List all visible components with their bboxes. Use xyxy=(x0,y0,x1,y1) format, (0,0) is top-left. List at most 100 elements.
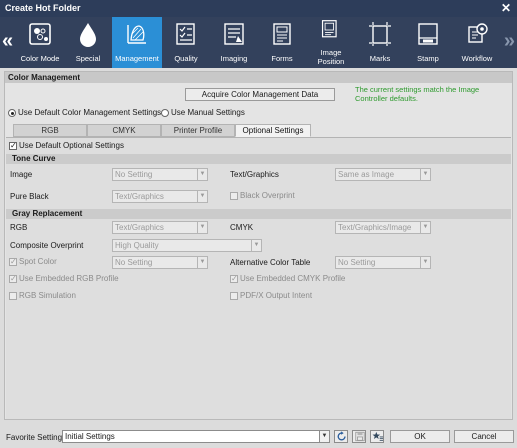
select-value: Same as Image xyxy=(338,170,395,179)
select-value: No Setting xyxy=(115,170,153,179)
quality-checklist-icon xyxy=(176,23,195,45)
chevron-down-icon: ▼ xyxy=(420,257,430,268)
select-value: High Quality xyxy=(115,241,159,250)
forms-icon xyxy=(273,23,291,45)
window-title: Create Hot Folder xyxy=(5,3,81,13)
tab-label: Color Mode xyxy=(20,54,60,63)
image-position-icon xyxy=(321,20,337,38)
image-label: Image xyxy=(10,170,33,179)
tab-label-line-1: Image xyxy=(320,48,342,57)
select-value: Text/Graphics xyxy=(115,223,164,232)
save-button[interactable] xyxy=(352,430,366,443)
tab-workflow[interactable]: Workflow xyxy=(452,17,502,68)
marks-icon xyxy=(369,22,391,46)
gray-replacement-cmyk-select[interactable]: Text/Graphics/Image ▼ xyxy=(335,221,431,234)
color-management-panel: Color Management Acquire Color Managemen… xyxy=(4,71,513,420)
spot-color-checkbox[interactable]: ✓ xyxy=(9,258,17,266)
checkbox-label: PDF/X Output Intent xyxy=(240,291,313,300)
chevron-down-icon: ▼ xyxy=(197,222,207,233)
select-value: No Setting xyxy=(115,258,153,267)
chevron-down-icon: ▼ xyxy=(197,257,207,268)
droplet-icon xyxy=(80,23,96,47)
close-icon[interactable]: ✕ xyxy=(501,1,511,15)
black-overprint-checkbox[interactable] xyxy=(230,192,238,200)
favorite-setting-select[interactable]: Initial Settings ▼ xyxy=(62,430,330,443)
tab-management[interactable]: Management xyxy=(112,17,162,68)
scroll-right-icon[interactable]: » xyxy=(504,31,515,51)
ok-button[interactable]: OK xyxy=(390,430,450,443)
title-bar: Create Hot Folder ✕ xyxy=(0,0,517,17)
tab-label: Imaging xyxy=(220,54,248,63)
checkbox-label: Black Overprint xyxy=(240,191,295,200)
rgb-label: RGB xyxy=(10,223,28,232)
category-toolbar: « Color Mode Special Management Quality … xyxy=(0,17,517,68)
pure-black-select[interactable]: Text/Graphics ▼ xyxy=(112,190,208,203)
tab-label: Stamp xyxy=(417,54,439,63)
gray-replacement-rgb-select[interactable]: Text/Graphics ▼ xyxy=(112,221,208,234)
use-default-color-management-radio[interactable] xyxy=(8,109,16,117)
select-value: Initial Settings xyxy=(65,432,115,441)
tab-stamp[interactable]: Stamp xyxy=(404,17,452,68)
acquire-color-management-data-button[interactable]: Acquire Color Management Data xyxy=(185,88,335,101)
rgb-simulation-checkbox[interactable] xyxy=(9,292,17,300)
color-mode-icon xyxy=(29,23,51,45)
radio-label: Use Default Color Management Settings xyxy=(18,108,162,117)
footer-bar: Favorite Setting Initial Settings ▼ OK Ca… xyxy=(0,424,517,448)
chevron-down-icon: ▼ xyxy=(197,191,207,202)
use-embedded-cmyk-profile-checkbox[interactable]: ✓ xyxy=(230,275,238,283)
chevron-down-icon: ▼ xyxy=(251,240,261,251)
chevron-down-icon: ▼ xyxy=(197,169,207,180)
favorite-edit-button[interactable] xyxy=(370,430,384,443)
defaults-info-text: The current settings match the Image Con… xyxy=(355,85,480,103)
tab-printer-profile[interactable]: Printer Profile xyxy=(161,124,235,137)
pdfx-output-intent-checkbox[interactable] xyxy=(230,292,238,300)
select-value: No Setting xyxy=(338,258,376,267)
gray-replacement-header: Gray Replacement xyxy=(6,209,511,219)
imaging-icon xyxy=(224,23,244,45)
cancel-button[interactable]: Cancel xyxy=(454,430,514,443)
composite-overprint-label: Composite Overprint xyxy=(10,241,84,250)
text-graphics-tone-curve-select[interactable]: Same as Image ▼ xyxy=(335,168,431,181)
chevron-down-icon: ▼ xyxy=(420,169,430,180)
tab-label: Quality xyxy=(174,54,198,63)
tab-imaging[interactable]: Imaging xyxy=(210,17,258,68)
tab-forms[interactable]: Forms xyxy=(258,17,306,68)
select-value: Text/Graphics/Image xyxy=(338,223,412,232)
text-graphics-label: Text/Graphics xyxy=(230,170,279,179)
checkbox-label: RGB Simulation xyxy=(19,291,76,300)
alternative-color-table-select[interactable]: No Setting ▼ xyxy=(335,256,431,269)
image-tone-curve-select[interactable]: No Setting ▼ xyxy=(112,168,208,181)
tone-curve-header: Tone Curve xyxy=(6,154,511,164)
tab-marks[interactable]: Marks xyxy=(356,17,404,68)
tab-cmyk[interactable]: CMYK xyxy=(87,124,161,137)
checkbox-label: Use Embedded CMYK Profile xyxy=(240,274,346,283)
tab-optional-settings[interactable]: Optional Settings xyxy=(235,124,311,137)
refresh-icon xyxy=(337,431,346,441)
tab-special[interactable]: Special xyxy=(64,17,112,68)
favorite-setting-label: Favorite Setting xyxy=(6,433,63,442)
refresh-button[interactable] xyxy=(334,430,348,443)
checkbox-label: Use Default Optional Settings xyxy=(19,141,124,150)
scroll-left-icon[interactable]: « xyxy=(2,31,13,51)
composite-overprint-select[interactable]: High Quality ▼ xyxy=(112,239,262,252)
tab-label: Workflow xyxy=(461,54,493,63)
tab-label: Management xyxy=(115,54,159,63)
tab-image-position[interactable]: Image Position xyxy=(306,17,356,68)
use-manual-settings-radio[interactable] xyxy=(161,109,169,117)
checkbox-label: Spot Color xyxy=(19,257,57,266)
section-header: Color Management xyxy=(5,72,512,83)
tab-rgb[interactable]: RGB xyxy=(13,124,87,137)
use-default-optional-settings-checkbox[interactable]: ✓ xyxy=(9,142,17,150)
use-embedded-rgb-profile-checkbox[interactable]: ✓ xyxy=(9,275,17,283)
tab-color-mode[interactable]: Color Mode xyxy=(16,17,64,68)
color-management-icon xyxy=(127,25,146,44)
spot-color-select[interactable]: No Setting ▼ xyxy=(112,256,208,269)
tab-quality[interactable]: Quality xyxy=(162,17,210,68)
create-hot-folder-window: Create Hot Folder ✕ « Color Mode Special xyxy=(0,0,517,448)
tab-label: Special xyxy=(75,54,101,63)
cmyk-label: CMYK xyxy=(230,223,254,232)
pure-black-label: Pure Black xyxy=(10,192,49,201)
stamp-icon xyxy=(418,23,438,45)
workflow-icon xyxy=(468,23,488,43)
star-list-icon xyxy=(372,431,383,441)
